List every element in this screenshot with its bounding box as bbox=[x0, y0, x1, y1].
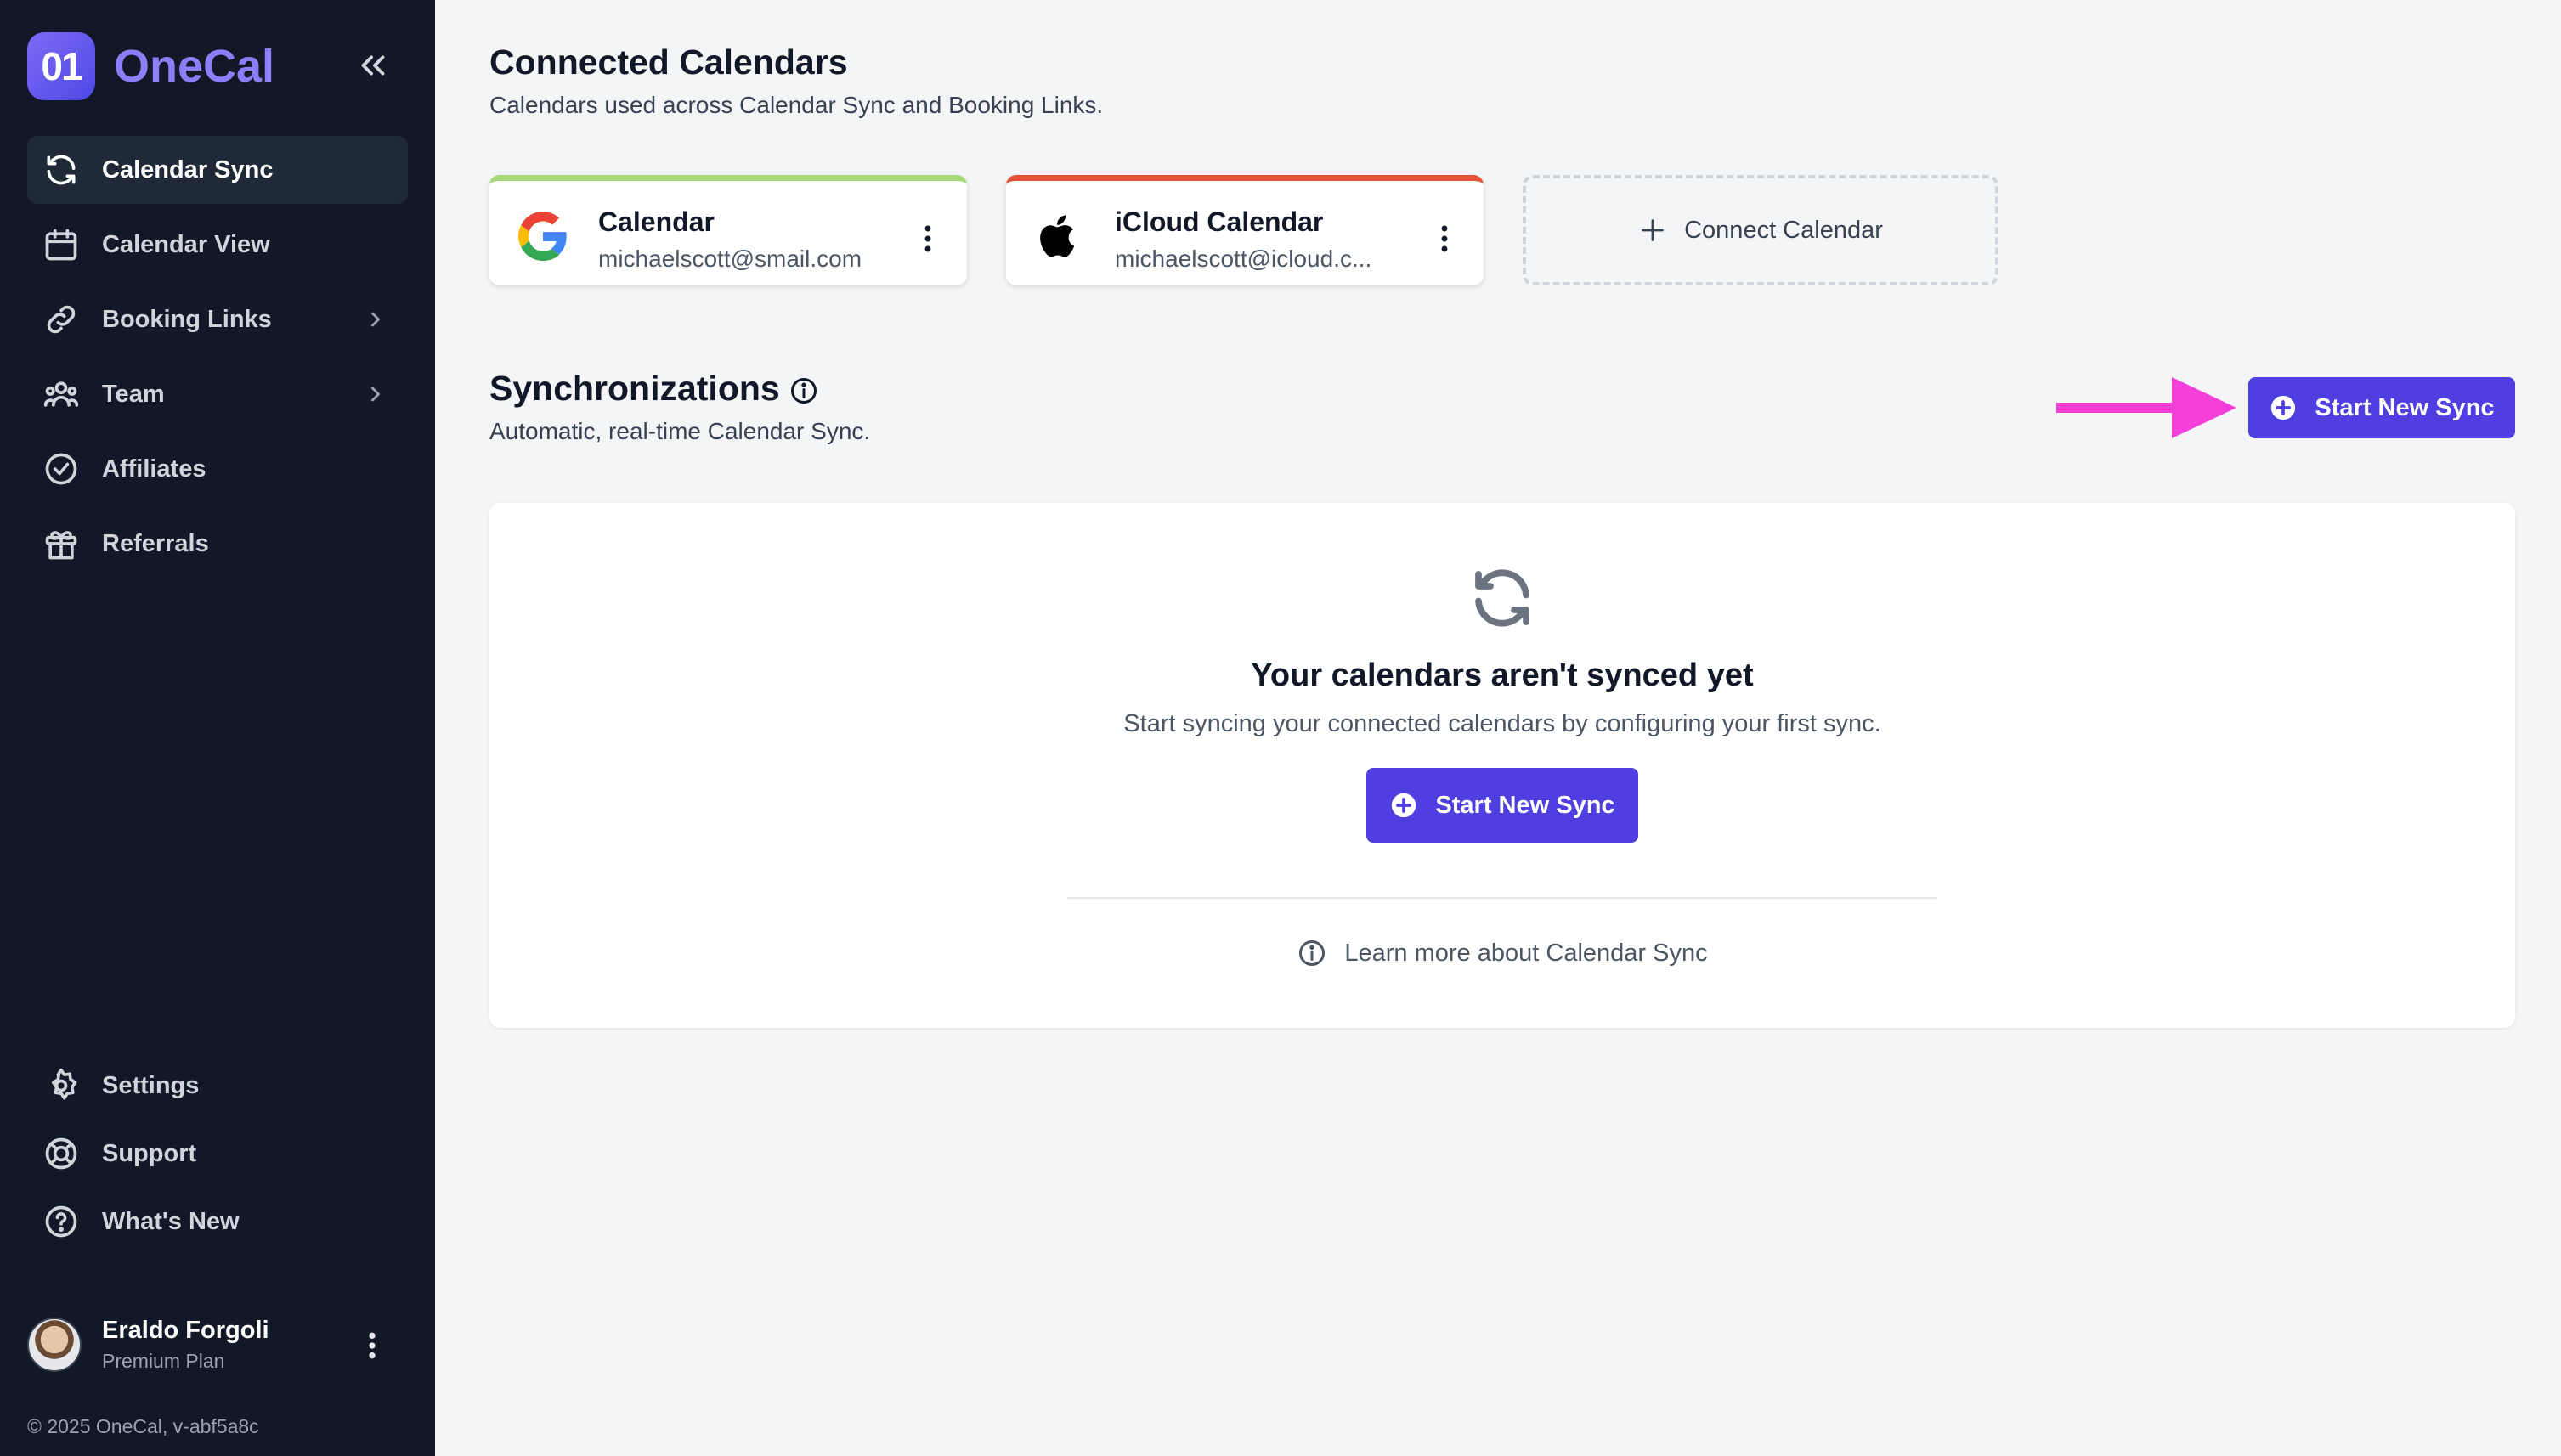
user-name: Eraldo Forgoli bbox=[102, 1317, 269, 1344]
nav-label: Support bbox=[102, 1139, 197, 1167]
gift-icon bbox=[45, 531, 77, 560]
connect-calendar-button[interactable]: Connect Calendar bbox=[1523, 175, 1998, 285]
avatar bbox=[27, 1318, 82, 1372]
question-icon bbox=[45, 1205, 77, 1238]
nav-item-team[interactable]: Team bbox=[27, 360, 408, 428]
link-icon bbox=[47, 305, 76, 334]
nav-label: What's New bbox=[102, 1207, 240, 1235]
empty-state-title: Your calendars aren't synced yet bbox=[1251, 657, 1754, 693]
team-icon bbox=[43, 381, 79, 407]
info-icon bbox=[1299, 940, 1326, 966]
apple-logo-icon bbox=[1040, 215, 1075, 257]
chevron-right-icon bbox=[371, 387, 380, 402]
copyright: © 2025 OneCal, v-abf5a8c bbox=[27, 1415, 259, 1437]
more-vertical-icon[interactable] bbox=[919, 223, 936, 254]
nav-item-calendar-view[interactable]: Calendar View bbox=[27, 211, 408, 279]
calendar-card-icloud[interactable]: iCloud Calendar michaelscott@icloud.c... bbox=[1006, 175, 1484, 285]
calendar-icon bbox=[45, 229, 77, 261]
start-new-sync-label: Start New Sync bbox=[2315, 393, 2495, 421]
start-new-sync-label: Start New Sync bbox=[1435, 791, 1615, 819]
sync-empty-state: Your calendars aren't synced yet Start s… bbox=[489, 503, 2515, 1028]
onecal-logo-mark: 01 bbox=[27, 32, 95, 100]
plus-circle-icon bbox=[1392, 793, 1416, 818]
check-circle-icon bbox=[45, 453, 77, 485]
plus-icon bbox=[1642, 219, 1664, 241]
calendar-email: michaelscott@smail.com bbox=[598, 245, 862, 272]
user-plan: Premium Plan bbox=[102, 1350, 225, 1372]
sidebar: 01 OneCal Calendar Sync Calendar View Bo… bbox=[0, 0, 435, 1456]
connect-calendar-label: Connect Calendar bbox=[1684, 216, 1883, 244]
nav-item-support[interactable]: Support bbox=[27, 1123, 408, 1184]
connected-calendars-title: Connected Calendars bbox=[489, 42, 848, 82]
calendar-name: iCloud Calendar bbox=[1115, 206, 1324, 237]
user-profile[interactable]: Eraldo Forgoli Premium Plan bbox=[27, 1315, 408, 1374]
synchronizations-subtitle: Automatic, real-time Calendar Sync. bbox=[489, 418, 871, 444]
bottom-nav: Settings Support What's New bbox=[27, 1055, 408, 1259]
calendar-card-google[interactable]: Calendar michaelscott@smail.com bbox=[489, 175, 967, 285]
nav-label: Team bbox=[102, 380, 165, 408]
synchronizations-title: Synchronizations bbox=[489, 369, 780, 408]
nav-item-settings[interactable]: Settings bbox=[27, 1055, 408, 1116]
start-new-sync-empty-button[interactable]: Start New Sync bbox=[1366, 768, 1638, 843]
sync-icon bbox=[47, 155, 76, 185]
annotation-arrow-icon bbox=[2056, 377, 2236, 438]
brand-logo[interactable]: 01 OneCal bbox=[27, 32, 274, 100]
nav-item-referrals[interactable]: Referrals bbox=[27, 510, 408, 578]
nav-label: Calendar View bbox=[102, 230, 270, 258]
collapse-sidebar-icon[interactable] bbox=[353, 46, 393, 85]
nav-label: Settings bbox=[102, 1071, 200, 1099]
plus-circle-icon bbox=[2271, 395, 2296, 420]
learn-more-label: Learn more about Calendar Sync bbox=[1344, 939, 1708, 967]
lifebuoy-icon bbox=[45, 1137, 77, 1170]
gear-icon bbox=[51, 1068, 77, 1100]
empty-state-subtitle: Start syncing your connected calendars b… bbox=[1123, 710, 1881, 737]
nav-item-whats-new[interactable]: What's New bbox=[27, 1191, 408, 1252]
nav-label: Booking Links bbox=[102, 305, 272, 333]
nav-item-affiliates[interactable]: Affiliates bbox=[27, 435, 408, 503]
nav-item-calendar-sync[interactable]: Calendar Sync bbox=[27, 136, 408, 204]
nav-label: Calendar Sync bbox=[102, 155, 274, 183]
learn-more-link[interactable]: Learn more about Calendar Sync bbox=[489, 938, 2515, 968]
more-vertical-icon[interactable] bbox=[1436, 223, 1453, 254]
nav-label: Affiliates bbox=[102, 454, 206, 483]
calendar-name: Calendar bbox=[598, 206, 715, 237]
divider bbox=[1067, 897, 1937, 899]
more-vertical-icon[interactable] bbox=[357, 1329, 387, 1363]
main-nav: Calendar Sync Calendar View Booking Link… bbox=[27, 136, 408, 584]
brand-name: OneCal bbox=[114, 41, 275, 92]
info-icon[interactable] bbox=[789, 375, 819, 406]
sync-icon bbox=[1475, 569, 1529, 627]
google-logo-icon bbox=[518, 212, 567, 261]
connected-calendars-subtitle: Calendars used across Calendar Sync and … bbox=[489, 92, 1104, 118]
start-new-sync-button[interactable]: Start New Sync bbox=[2248, 377, 2515, 438]
nav-item-booking-links[interactable]: Booking Links bbox=[27, 285, 408, 353]
calendar-email: michaelscott@icloud.c... bbox=[1115, 245, 1372, 272]
nav-label: Referrals bbox=[102, 529, 209, 557]
chevron-right-icon bbox=[371, 312, 380, 327]
